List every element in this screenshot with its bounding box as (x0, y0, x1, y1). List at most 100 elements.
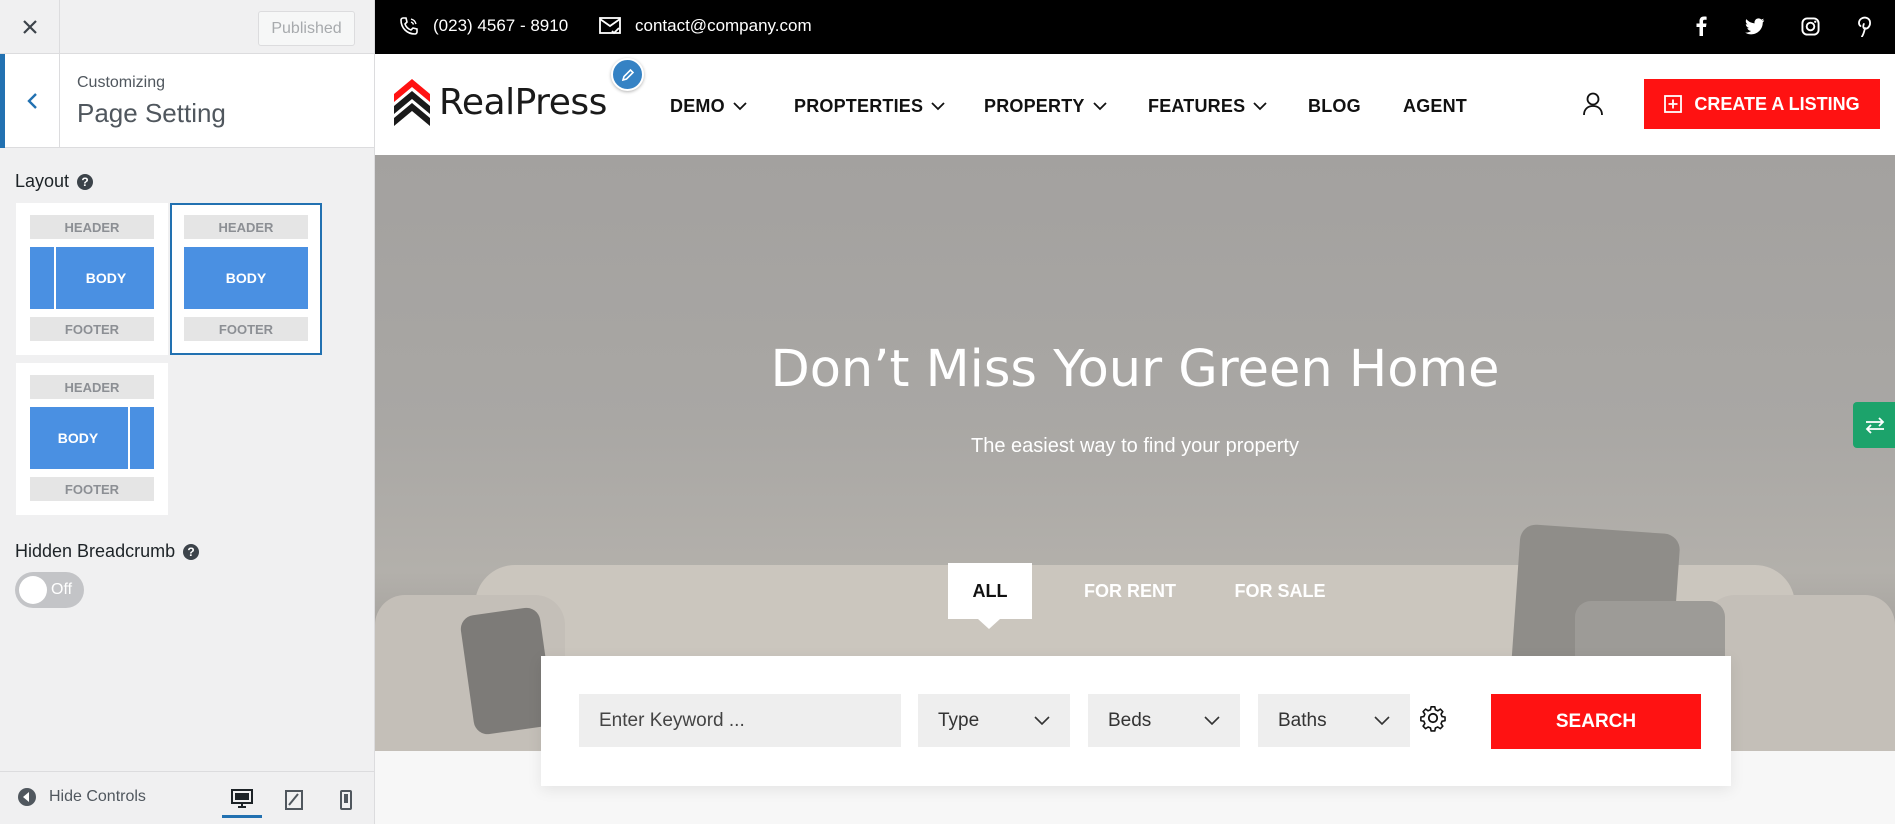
hero-subtitle: The easiest way to find your property (971, 435, 1299, 457)
nav-blog[interactable]: BLOG (1308, 96, 1361, 117)
logo-text: RealPress (439, 81, 607, 123)
layout-footer-block: FOOTER (30, 317, 154, 341)
create-listing-button[interactable]: CREATE A LISTING (1644, 79, 1880, 129)
layout-body-label: BODY (85, 270, 127, 286)
twitter-icon (1745, 17, 1765, 34)
chevron-down-icon (733, 102, 747, 111)
facebook-icon (1696, 16, 1707, 36)
tablet-preview-button[interactable] (274, 782, 314, 818)
layout-header-block: HEADER (30, 375, 154, 399)
hide-controls-button[interactable]: Hide Controls (17, 787, 146, 807)
chevron-down-icon (1204, 716, 1220, 725)
layout-sidebar-divider (128, 407, 130, 469)
type-select-label: Type (938, 709, 980, 731)
layout-body-label: BODY (225, 270, 267, 286)
instagram-link[interactable] (1797, 13, 1823, 39)
nav-agent[interactable]: AGENT (1403, 96, 1467, 117)
swap-arrows-icon (1865, 417, 1885, 434)
nav-blog-label: BLOG (1308, 96, 1361, 116)
sofa-armrest-right (1705, 595, 1895, 751)
help-icon[interactable]: ? (183, 543, 200, 560)
instagram-icon (1800, 16, 1820, 36)
pinterest-icon (1857, 16, 1871, 37)
nav-demo[interactable]: DEMO (670, 96, 747, 117)
collapse-icon (18, 788, 36, 806)
nav-propterties-label: PROPTERTIES (794, 96, 924, 116)
toggle-state: Off (51, 581, 73, 598)
style-switcher-button[interactable] (1853, 402, 1895, 448)
pencil-icon (621, 68, 634, 81)
nav-propterties[interactable]: PROPTERTIES (794, 96, 945, 117)
toggle-knob (19, 576, 47, 604)
help-icon[interactable]: ? (77, 173, 94, 190)
keyword-field[interactable] (579, 694, 901, 747)
baths-select[interactable]: Baths (1258, 694, 1410, 747)
pinterest-link[interactable] (1852, 13, 1878, 39)
hide-controls-label: Hide Controls (49, 788, 146, 805)
nav-demo-label: DEMO (670, 96, 725, 116)
section-header: Customizing Page Setting (0, 54, 374, 148)
section-title: Page Setting (77, 98, 226, 128)
tab-for-rent[interactable]: FOR RENT (1055, 563, 1205, 619)
layout-option-full-width[interactable]: HEADER BODY FOOTER (170, 203, 322, 355)
back-button[interactable] (0, 54, 60, 148)
phone-icon (400, 17, 418, 35)
customizing-label: Customizing (77, 74, 166, 91)
create-listing-label: CREATE A LISTING (1694, 93, 1860, 114)
account-button[interactable] (1582, 92, 1604, 121)
tab-active-pointer (978, 619, 1000, 629)
layout-option-left-sidebar[interactable]: HEADER BODY FOOTER (16, 203, 168, 355)
close-customizer-button[interactable] (0, 0, 60, 54)
twitter-link[interactable] (1742, 13, 1768, 39)
site-preview: (023) 4567 - 8910 contact@company.com Re… (375, 0, 1895, 824)
top-contact-bar: (023) 4567 - 8910 contact@company.com (375, 0, 1895, 54)
hero-title: Don’t Miss Your Green Home (770, 340, 1500, 399)
layout-sidebar-divider (54, 247, 56, 309)
breadcrumb-label-text: Hidden Breadcrumb (15, 541, 176, 561)
breadcrumb-label: Hidden Breadcrumb ? (15, 541, 200, 562)
chevron-down-icon (1253, 102, 1267, 111)
customizer-sidebar: Published Customizing Page Setting Layou… (0, 0, 375, 824)
layout-footer-block: FOOTER (184, 317, 308, 341)
advanced-search-button[interactable] (1419, 704, 1447, 737)
phone-number: (023) 4567 - 8910 (433, 16, 569, 35)
nav-agent-label: AGENT (1403, 96, 1467, 116)
beds-select[interactable]: Beds (1088, 694, 1240, 747)
email-contact[interactable]: contact@company.com (599, 16, 812, 36)
layout-label: Layout ? (15, 171, 94, 192)
breadcrumb-toggle[interactable]: Off (15, 572, 84, 608)
layout-body-block: BODY (30, 407, 154, 469)
site-logo[interactable]: RealPress (393, 77, 607, 127)
chevron-down-icon (1092, 102, 1107, 111)
keyword-input[interactable] (599, 709, 881, 732)
layout-body-block: BODY (30, 247, 154, 309)
tablet-icon (285, 790, 303, 810)
mail-icon (599, 17, 621, 35)
facebook-link[interactable] (1688, 13, 1714, 39)
tab-all[interactable]: ALL (948, 563, 1032, 619)
property-search-form: Type Beds Baths SEARCH (541, 656, 1731, 786)
layout-header-block: HEADER (184, 215, 308, 239)
user-icon (1583, 92, 1603, 116)
search-button[interactable]: SEARCH (1491, 694, 1701, 749)
baths-select-label: Baths (1278, 709, 1327, 731)
realpress-logo-icon (394, 79, 430, 126)
main-header: RealPress DEMO PROPTERTIES PROPERTY FEAT… (375, 54, 1895, 155)
phone-contact[interactable]: (023) 4567 - 8910 (399, 16, 568, 36)
mobile-preview-button[interactable] (326, 782, 366, 818)
customizer-footer: Hide Controls (0, 771, 374, 824)
plus-square-icon (1664, 95, 1683, 113)
nav-features[interactable]: FEATURES (1148, 96, 1267, 117)
layout-option-right-sidebar[interactable]: HEADER BODY FOOTER (16, 363, 168, 515)
chevron-down-icon (931, 102, 945, 111)
published-button[interactable]: Published (258, 11, 355, 46)
gear-icon (1420, 705, 1446, 732)
type-select[interactable]: Type (918, 694, 1070, 747)
tab-for-sale[interactable]: FOR SALE (1205, 563, 1355, 619)
customizer-header: Published (0, 0, 374, 54)
edit-shortcut-button[interactable] (611, 58, 644, 91)
close-icon (22, 20, 37, 34)
nav-property[interactable]: PROPERTY (984, 96, 1107, 117)
desktop-preview-button[interactable] (222, 782, 262, 818)
nav-features-label: FEATURES (1148, 96, 1246, 116)
